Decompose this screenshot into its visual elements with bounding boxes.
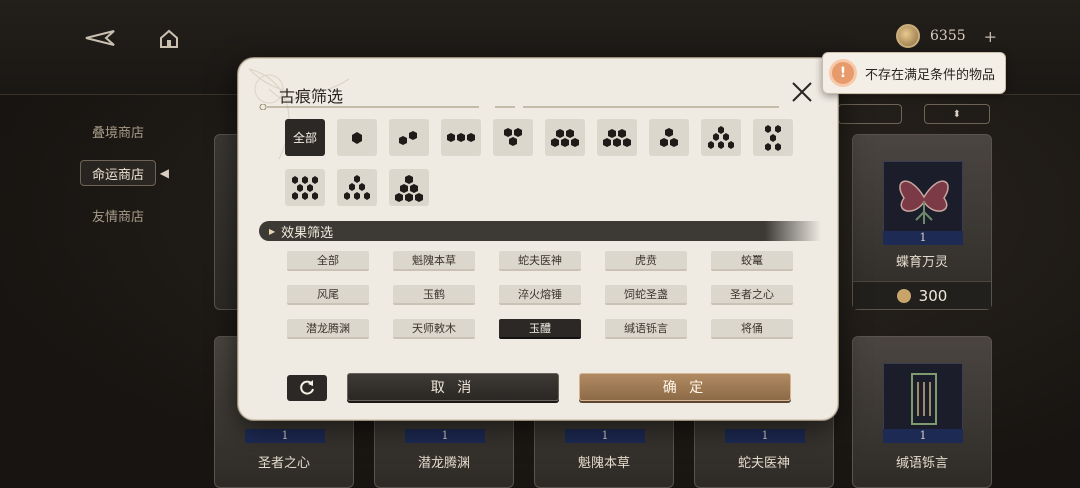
close-button[interactable] [787,77,817,107]
sort-button[interactable] [838,104,902,124]
effect-filter-7[interactable]: 淬火熔锤 [499,285,581,305]
currency-display: 6355 + [896,24,997,48]
effect-filter-3[interactable]: 虎贲 [605,251,687,271]
hexagon-7-cluster-icon [292,175,318,200]
side-nav: 叠境商店 命运商店 ◀ 友情商店 [80,118,169,244]
card-price-value: 300 [918,286,948,305]
effect-filter-4[interactable]: 蛟鼍 [711,251,793,271]
sort-order-button[interactable]: ⬍ [924,104,990,124]
warning-icon: ! [829,59,857,87]
side-nav-item-1-label: 命运商店 [91,167,144,183]
side-nav-item-2[interactable]: 友情商店 [80,202,156,228]
toast-text: 不存在满足条件的物品 [865,67,996,83]
card-name: 潜龙腾渊 [417,456,470,471]
butterfly-art-icon [899,180,949,224]
hexagon-5-cluster-icon [708,125,734,149]
card-count: 1 [245,429,325,443]
effect-filter-8[interactable]: 饲蛇圣盏 [605,285,687,305]
hexagon-3-cluster-icon [504,127,522,146]
card-name: 圣者之心 [257,456,310,471]
card-count: 1 [883,429,963,443]
effect-filter-12[interactable]: 玉醴 [499,319,581,339]
effect-section-header: ▶ 效果筛选 [259,221,821,241]
hexagon-4-triangle-icon [603,128,631,147]
card-name: 缄语铄言 [895,456,948,471]
card-name: 蛇夫医神 [737,456,790,471]
card-price: 300 [853,281,991,309]
shape-filter-5-cluster[interactable] [701,119,741,156]
shape-filter-2[interactable] [389,119,429,156]
shape-filter-3-line[interactable] [441,119,481,156]
home-icon[interactable] [158,28,180,50]
back-arrow-icon[interactable] [84,28,116,48]
effect-filter-0[interactable]: 全部 [287,251,369,271]
card-count: 1 [725,429,805,443]
effect-filter-13[interactable]: 缄语铄言 [605,319,687,339]
side-nav-item-1[interactable]: 命运商店 ◀ [80,160,169,186]
hexagon-3-line-icon [447,132,475,142]
card-name: 魁隗本草 [577,456,630,471]
coin-icon [896,24,920,48]
shape-filter-4-cluster[interactable] [545,119,585,156]
effect-filter-grid: 全部 魁隗本草 蛇夫医神 虎贲 蛟鼍 风尾 玉鹤 淬火熔锤 饲蛇圣盏 圣者之心 … [287,251,797,339]
hexagon-6-triangle-icon [395,174,423,202]
tower-art-icon [911,373,937,425]
cancel-button[interactable]: 取 消 [347,373,559,401]
filter-modal: 古痕筛选 全部 ▶ 效果筛选 全部 魁隗本草 蛇夫医神 虎贲 蛟鼍 风尾 玉鹤 … [238,58,838,420]
card-name: 蝶育万灵 [895,255,948,270]
sort-arrows-icon: ⬍ [952,108,962,120]
card-art [883,161,963,241]
hexagon-2-icon [399,130,417,145]
shape-filter-5-hourglass[interactable] [753,119,793,156]
shape-filter-7-cluster[interactable] [285,169,325,206]
add-currency-button[interactable]: + [984,27,997,46]
close-icon [792,82,812,102]
shop-card-right-top[interactable]: 1 蝶育万灵 300 [852,134,992,310]
shape-filter-6-triangle[interactable] [389,169,429,206]
effect-filter-1[interactable]: 魁隗本草 [393,251,475,271]
shape-filter-all[interactable]: 全部 [285,119,325,156]
effect-section-title: 效果筛选 [281,225,334,241]
effect-filter-5[interactable]: 风尾 [287,285,369,305]
shape-filter-grid: 全部 [285,119,805,206]
reset-button[interactable] [287,375,327,401]
hexagon-4-pyramid-icon [660,127,678,147]
effect-filter-10[interactable]: 潜龙腾渊 [287,319,369,339]
shape-filter-1[interactable] [337,119,377,156]
card-count: 1 [883,231,963,245]
effect-filter-9[interactable]: 圣者之心 [711,285,793,305]
hexagon-6-pyramid-icon [344,174,370,200]
card-count: 1 [405,429,485,443]
card-count: 1 [565,429,645,443]
shape-filter-6-pyramid[interactable] [337,169,377,206]
hexagon-5-hourglass-icon [765,124,781,151]
title-divider [259,104,779,110]
refresh-icon [300,380,314,395]
shop-card-bottom-4[interactable]: 1 缄语铄言 [852,336,992,488]
effect-filter-14[interactable]: 将俑 [711,319,793,339]
effect-filter-2[interactable]: 蛇夫医神 [499,251,581,271]
confirm-button[interactable]: 确 定 [579,373,791,401]
hexagon-1-icon [352,131,362,144]
effect-filter-11[interactable]: 天师敕木 [393,319,475,339]
chevron-left-icon: ◀ [159,166,169,180]
currency-value: 6355 [930,28,966,44]
side-nav-item-0[interactable]: 叠境商店 [80,118,156,144]
section-arrow-icon: ▶ [269,226,276,236]
shape-filter-4-pyramid[interactable] [649,119,689,156]
coin-icon [896,288,911,303]
shape-filter-4-triangle[interactable] [597,119,637,156]
hexagon-4-cluster-icon [551,128,579,147]
effect-filter-6[interactable]: 玉鹤 [393,285,475,305]
shape-filter-3-cluster[interactable] [493,119,533,156]
toast-notification: ! 不存在满足条件的物品 [822,52,1006,94]
